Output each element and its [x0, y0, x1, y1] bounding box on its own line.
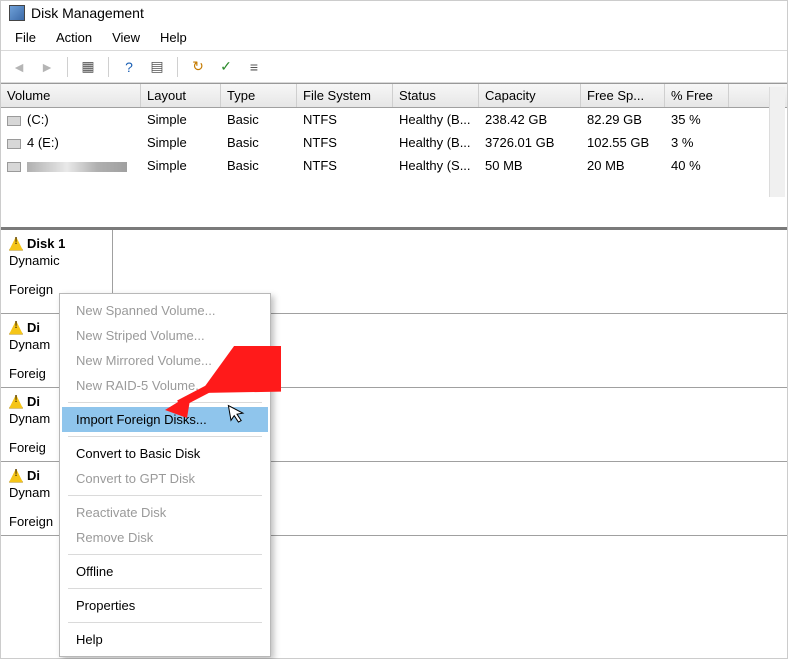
annotation-arrow [161, 346, 281, 426]
refresh-icon[interactable]: ↻ [186, 56, 210, 78]
menu-file[interactable]: File [7, 27, 44, 48]
cm-separator [68, 622, 262, 623]
cm-help[interactable]: Help [62, 627, 268, 652]
cm-new-spanned: New Spanned Volume... [62, 298, 268, 323]
cm-convert-basic[interactable]: Convert to Basic Disk [62, 441, 268, 466]
toolbar: ◄ ► ▦ ? ▤ ↻ ✓ ≡ [1, 51, 787, 83]
col-pctfree[interactable]: % Free [665, 84, 729, 107]
toolbar-divider [108, 57, 109, 77]
cm-properties[interactable]: Properties [62, 593, 268, 618]
table-row[interactable]: (C:)SimpleBasicNTFSHealthy (B...238.42 G… [1, 108, 787, 131]
scrollbar[interactable] [769, 87, 785, 197]
menu-help[interactable]: Help [152, 27, 195, 48]
toolbar-divider [67, 57, 68, 77]
toolbar-divider [177, 57, 178, 77]
menu-bar: File Action View Help [1, 25, 787, 51]
col-filesystem[interactable]: File System [297, 84, 393, 107]
volume-list-body: (C:)SimpleBasicNTFSHealthy (B...238.42 G… [1, 108, 787, 177]
col-volume[interactable]: Volume [1, 84, 141, 107]
col-type[interactable]: Type [221, 84, 297, 107]
cm-separator [68, 495, 262, 496]
title-bar: Disk Management [1, 1, 787, 25]
properties-icon[interactable]: ▤ [145, 56, 169, 78]
volume-list-header: Volume Layout Type File System Status Ca… [1, 84, 787, 108]
menu-view[interactable]: View [104, 27, 148, 48]
help-icon[interactable]: ? [117, 56, 141, 78]
cm-convert-gpt: Convert to GPT Disk [62, 466, 268, 491]
window-title: Disk Management [31, 5, 144, 21]
settings-check-icon[interactable]: ✓ [214, 56, 238, 78]
col-layout[interactable]: Layout [141, 84, 221, 107]
col-status[interactable]: Status [393, 84, 479, 107]
list-icon[interactable]: ≡ [242, 56, 266, 78]
cm-separator [68, 588, 262, 589]
menu-action[interactable]: Action [48, 27, 100, 48]
app-icon [9, 5, 25, 21]
cursor-icon [227, 402, 249, 427]
warning-icon [9, 469, 23, 483]
cm-reactivate: Reactivate Disk [62, 500, 268, 525]
warning-icon [9, 321, 23, 335]
cm-offline[interactable]: Offline [62, 559, 268, 584]
table-row[interactable]: SimpleBasicNTFSHealthy (S...50 MB20 MB40… [1, 154, 787, 177]
warning-icon [9, 237, 23, 251]
cm-new-striped: New Striped Volume... [62, 323, 268, 348]
show-hide-icon[interactable]: ▦ [76, 56, 100, 78]
volume-list: Volume Layout Type File System Status Ca… [1, 83, 787, 177]
col-freespace[interactable]: Free Sp... [581, 84, 665, 107]
warning-icon [9, 395, 23, 409]
table-row[interactable]: 4 (E:)SimpleBasicNTFSHealthy (B...3726.0… [1, 131, 787, 154]
cm-separator [68, 436, 262, 437]
cm-separator [68, 554, 262, 555]
cm-remove: Remove Disk [62, 525, 268, 550]
back-icon: ◄ [7, 56, 31, 78]
forward-icon: ► [35, 56, 59, 78]
col-capacity[interactable]: Capacity [479, 84, 581, 107]
